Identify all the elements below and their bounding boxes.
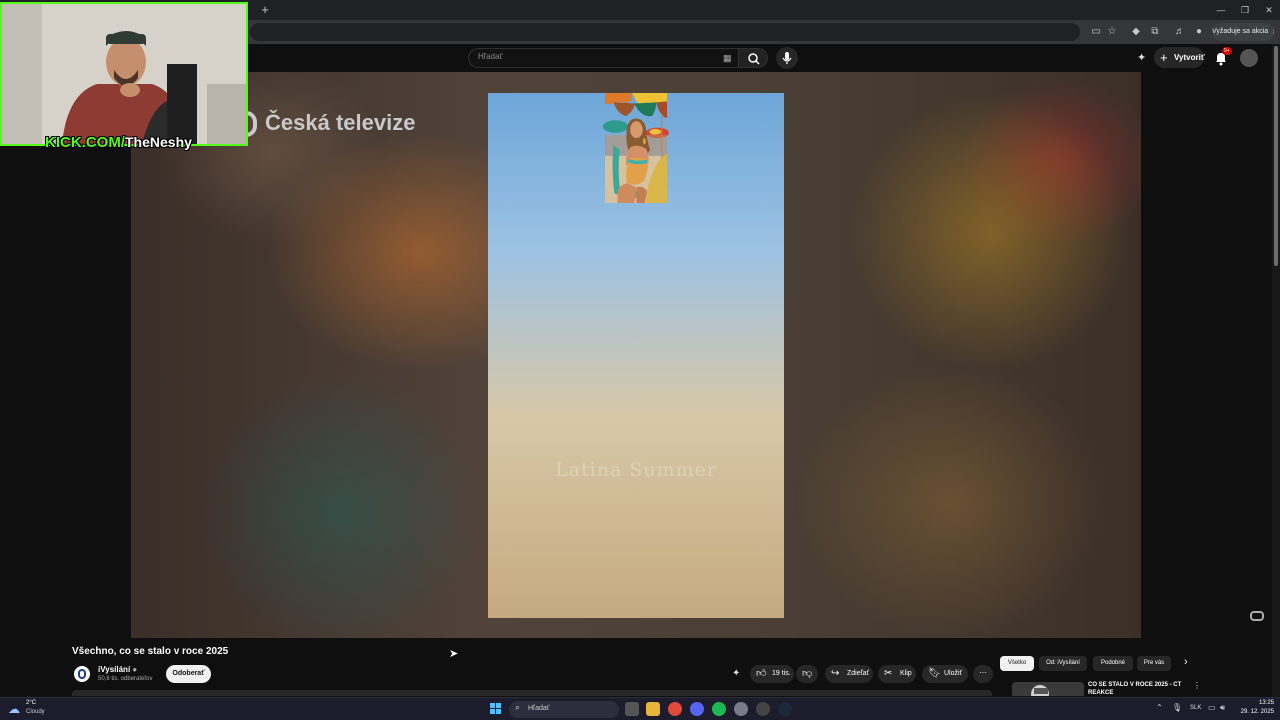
premium-icon[interactable]: ✦ bbox=[1137, 51, 1146, 64]
chrome-icon[interactable] bbox=[668, 702, 682, 716]
discord-icon[interactable] bbox=[690, 702, 704, 716]
profile-icon[interactable]: ● bbox=[1191, 24, 1207, 40]
chevron-right-icon[interactable]: › bbox=[1184, 656, 1188, 668]
plus-icon: + bbox=[1160, 50, 1168, 65]
short-watermark: Latina Summer bbox=[555, 459, 717, 481]
address-bar[interactable] bbox=[250, 23, 1080, 41]
microphone-icon bbox=[782, 52, 792, 64]
screen: + — ❐ ✕ ▭ ☆ ◆ ⧉ ♬ ● Vyžaduje sa akcia ⋮ … bbox=[0, 0, 1280, 720]
recommendation-thumbnail[interactable] bbox=[1012, 682, 1084, 696]
share-icon: ↪ bbox=[831, 668, 840, 679]
create-button[interactable]: + Vytvoriť bbox=[1154, 47, 1205, 68]
channel-avatar[interactable] bbox=[74, 666, 90, 682]
clock-time[interactable]: 13:25 bbox=[1244, 700, 1274, 706]
cloud-icon[interactable]: ☁ bbox=[8, 702, 20, 716]
network-icon[interactable]: ▭ bbox=[1208, 703, 1216, 712]
beach-scene bbox=[602, 93, 669, 203]
media-icon[interactable]: ♬ bbox=[1172, 24, 1188, 40]
share-button[interactable]: ↪ Zdieľať bbox=[825, 665, 873, 683]
clock-date[interactable]: 29. 12. 2025 bbox=[1234, 709, 1274, 715]
taskbar-search[interactable]: ⌕ Hľadať bbox=[509, 701, 619, 718]
kick-channel-label: KICK.COM/TheNeshy bbox=[45, 134, 192, 151]
minimize-icon[interactable]: — bbox=[1210, 2, 1232, 18]
subscribe-button[interactable]: Odoberať bbox=[166, 665, 211, 683]
puzzle-icon[interactable]: ⧉ bbox=[1147, 24, 1163, 40]
volume-icon[interactable]: 🔊︎ bbox=[1220, 703, 1225, 713]
cast-icon[interactable]: ▭ bbox=[1088, 24, 1104, 40]
account-avatar[interactable] bbox=[1240, 49, 1258, 67]
premium-icon[interactable]: ✦ bbox=[732, 668, 740, 679]
obs-icon[interactable] bbox=[756, 702, 770, 716]
channel-subscribers: 50,6 tis. odberateľov bbox=[98, 676, 153, 682]
mouse-cursor-icon: ➤ bbox=[449, 648, 459, 660]
streamer-webcam bbox=[0, 2, 248, 146]
chip-from-channel[interactable]: Od: iVysílání bbox=[1039, 656, 1087, 671]
search-icon bbox=[748, 53, 760, 65]
chip-related[interactable]: Podobné bbox=[1093, 656, 1133, 671]
microphone-tray-icon[interactable]: 🎙︎ bbox=[1172, 703, 1182, 712]
bookmark-icon: 🔖︎ bbox=[928, 668, 941, 679]
scissors-icon: ✂ bbox=[884, 668, 893, 679]
keyboard-icon[interactable]: ▦ bbox=[723, 53, 732, 64]
search-button[interactable] bbox=[738, 48, 768, 68]
weather-condition[interactable]: Cloudy bbox=[26, 709, 45, 715]
search-icon: ⌕ bbox=[515, 702, 521, 712]
voice-search-button[interactable] bbox=[776, 47, 798, 69]
extension-icon[interactable]: ◆ bbox=[1128, 24, 1144, 40]
scrollbar-thumb[interactable] bbox=[1274, 46, 1278, 266]
chip-all[interactable]: Všetko bbox=[1000, 656, 1034, 671]
thumbnail-image bbox=[1012, 682, 1084, 696]
weather-temperature[interactable]: 2°C bbox=[26, 700, 36, 706]
ct-corner-logo bbox=[1250, 611, 1264, 621]
clip-button[interactable]: ✂ Klip bbox=[878, 665, 916, 683]
channel-name[interactable]: iVysílání ● bbox=[98, 665, 137, 674]
dislike-button[interactable]: 👎︎ bbox=[796, 665, 818, 683]
windows-start-icon[interactable] bbox=[490, 703, 502, 715]
spotify-icon[interactable] bbox=[712, 702, 726, 716]
keyboard-language[interactable]: SLK bbox=[1190, 705, 1201, 711]
thumbs-down-icon: 👎︎ bbox=[802, 668, 813, 679]
restore-icon[interactable]: ❐ bbox=[1234, 2, 1256, 18]
notification-badge: 9+ bbox=[1222, 47, 1232, 55]
like-button[interactable]: 👍︎ 19 tis. bbox=[750, 665, 794, 683]
steam-icon[interactable] bbox=[778, 702, 792, 716]
verified-icon: ● bbox=[132, 665, 138, 674]
more-icon: ⋯ bbox=[979, 670, 987, 677]
update-required-button[interactable]: Vyžaduje sa akcia ⋮ bbox=[1212, 23, 1274, 41]
close-icon[interactable]: ✕ bbox=[1258, 2, 1280, 18]
recommendation-more-icon[interactable]: ⋮ bbox=[1193, 681, 1201, 690]
recommendation-title[interactable]: CO SE STALO V ROCE 2025 - ČT REAKCE bbox=[1088, 681, 1192, 696]
search-input[interactable]: Hľadať ▦ bbox=[468, 48, 738, 68]
video-title: Všechno, co se stalo v roce 2025 bbox=[72, 646, 229, 657]
broadcaster-logo: Česká televize bbox=[235, 110, 415, 138]
chip-for-you[interactable]: Pre vás bbox=[1137, 656, 1171, 671]
short-video-frame[interactable]: Latina Summer bbox=[488, 93, 784, 618]
task-view-icon[interactable] bbox=[625, 702, 639, 716]
thumbs-up-icon: 👍︎ bbox=[756, 668, 767, 679]
description-box[interactable] bbox=[72, 690, 992, 696]
windows-taskbar: ☁ 2°C Cloudy ⌕ Hľadať ⌃ 🎙︎ SLK ▭ 🔊︎ 13:2… bbox=[0, 697, 1280, 720]
file-explorer-icon[interactable] bbox=[646, 702, 660, 716]
more-actions-button[interactable]: ⋯ bbox=[973, 665, 993, 683]
new-tab-button[interactable]: + bbox=[258, 2, 272, 18]
bookmark-star-icon[interactable]: ☆ bbox=[1104, 24, 1120, 40]
tray-chevron-icon[interactable]: ⌃ bbox=[1156, 703, 1163, 712]
save-button[interactable]: 🔖︎ Uložiť bbox=[922, 665, 968, 683]
browser-icon[interactable] bbox=[734, 702, 748, 716]
webcam-feed bbox=[2, 4, 246, 144]
search-placeholder: Hľadať bbox=[478, 52, 503, 61]
